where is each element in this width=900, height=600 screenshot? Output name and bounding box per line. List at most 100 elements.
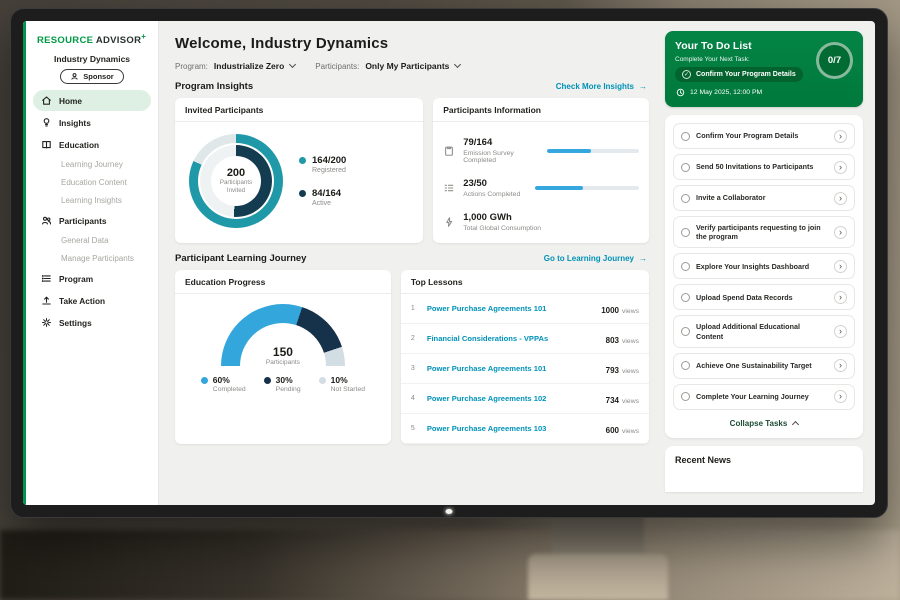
invited-participants-title: Invited Participants (175, 98, 423, 122)
lesson-link[interactable]: Financial Considerations - VPPAs (427, 334, 598, 343)
sidebar-item-insights[interactable]: Insights (33, 112, 151, 133)
education-gauge-chart: 150 Participants (221, 304, 345, 366)
task-checkbox[interactable] (681, 293, 690, 302)
top-lessons-title: Top Lessons (401, 270, 649, 294)
lesson-views-count: 600 (606, 426, 619, 435)
legend-not-started: 10% Not Started (319, 375, 365, 393)
task-checkbox[interactable] (681, 194, 690, 203)
sidebar-item-manage-participants[interactable]: Manage Participants (33, 250, 151, 267)
legend-completed: 60% Completed (201, 375, 246, 393)
chevron-right-icon[interactable]: › (834, 226, 847, 239)
gear-icon (41, 317, 52, 328)
sidebar-item-label: Program (59, 274, 93, 284)
lesson-link[interactable]: Power Purchase Agreements 102 (427, 394, 598, 403)
program-select-value: Industrialize Zero (214, 61, 284, 71)
sidebar-item-label: General Data (61, 236, 109, 245)
chevron-right-icon[interactable]: › (834, 161, 847, 174)
todo-task-item[interactable]: Verify participants requesting to join t… (673, 216, 855, 248)
todo-due-row: 12 May 2025, 12:00 PM (675, 88, 853, 97)
lesson-link[interactable]: Power Purchase Agreements 101 (427, 304, 593, 313)
sidebar-item-learning-insights[interactable]: Learning Insights (33, 192, 151, 209)
task-label: Upload Spend Data Records (696, 293, 828, 303)
todo-task-item[interactable]: Upload Spend Data Records › (673, 284, 855, 310)
sidebar-item-label: Manage Participants (61, 254, 134, 263)
task-checkbox[interactable] (681, 392, 690, 401)
checklist-icon (443, 182, 455, 194)
go-to-learning-journey-link[interactable]: Go to Learning Journey → (544, 254, 647, 263)
arrow-right-icon: → (639, 82, 647, 91)
sidebar-item-settings[interactable]: Settings (33, 312, 151, 333)
lesson-link[interactable]: Power Purchase Agreements 103 (427, 424, 598, 433)
next-task-label: Confirm Your Program Details (696, 71, 796, 78)
sidebar-item-education[interactable]: Education (33, 134, 151, 155)
lesson-views-count: 803 (606, 336, 619, 345)
collapse-tasks-link[interactable]: Collapse Tasks (673, 415, 855, 434)
sidebar-item-label: Settings (59, 318, 92, 328)
consumption-row: 1,000 GWh Total Global Consumption (443, 205, 639, 239)
sidebar-item-participants[interactable]: Participants (33, 210, 151, 231)
sidebar-nav: Home Insights Education Learning Journey (33, 90, 151, 333)
todo-task-item[interactable]: Upload Additional Educational Content › (673, 315, 855, 347)
sidebar-item-take-action[interactable]: Take Action (33, 290, 151, 311)
lesson-views-count: 793 (606, 366, 619, 375)
sidebar-item-label: Education (59, 140, 99, 150)
filter-bar: Program: Industrialize Zero Participants… (175, 61, 649, 71)
task-label: Explore Your Insights Dashboard (696, 262, 828, 272)
todo-task-item[interactable]: Achieve One Sustainability Target › (673, 353, 855, 379)
check-more-insights-link[interactable]: Check More Insights → (556, 82, 647, 91)
task-checkbox[interactable] (681, 163, 690, 172)
desk-surface (0, 530, 900, 600)
task-checkbox[interactable] (681, 228, 690, 237)
chevron-right-icon[interactable]: › (834, 130, 847, 143)
top-lessons-card: Top Lessons 1 Power Purchase Agreements … (401, 270, 649, 444)
sidebar-item-education-content[interactable]: Education Content (33, 174, 151, 191)
task-checkbox[interactable] (681, 262, 690, 271)
lesson-link[interactable]: Power Purchase Agreements 101 (427, 364, 598, 373)
chevron-right-icon[interactable]: › (834, 260, 847, 273)
next-task-pill[interactable]: ✓ Confirm Your Program Details (675, 67, 803, 82)
lesson-views-unit: views (622, 308, 639, 315)
gauge-legend: 60% Completed 30% Pending (201, 375, 365, 393)
chevron-right-icon[interactable]: › (834, 390, 847, 403)
chevron-right-icon[interactable]: › (834, 325, 847, 338)
check-icon: ✓ (682, 70, 691, 79)
todo-task-item[interactable]: Complete Your Learning Journey › (673, 384, 855, 410)
sidebar-item-home[interactable]: Home (33, 90, 151, 111)
emission-survey-row: 79/164 Emission Survey Completed (443, 130, 639, 171)
lesson-row: 2 Financial Considerations - VPPAs 803vi… (401, 324, 649, 354)
todo-task-item[interactable]: Confirm Your Program Details › (673, 123, 855, 149)
todo-task-list: Confirm Your Program Details › Send 50 I… (673, 123, 855, 410)
task-checkbox[interactable] (681, 361, 690, 370)
legend-active: 84/164 Active (299, 188, 346, 207)
task-label: Complete Your Learning Journey (696, 392, 828, 402)
task-checkbox[interactable] (681, 327, 690, 336)
todo-task-item[interactable]: Explore Your Insights Dashboard › (673, 253, 855, 279)
donut-center-label: Participants Invited (216, 179, 256, 195)
dashboard-screen: RESOURCE ADVISOR+ Industry Dynamics Spon… (23, 21, 875, 505)
program-select[interactable]: Industrialize Zero (214, 61, 295, 71)
todo-subtitle: Complete Your Next Task: (675, 56, 853, 63)
upload-icon (41, 295, 52, 306)
todo-task-item[interactable]: Invite a Collaborator › (673, 185, 855, 211)
monitor-stand-base (528, 554, 668, 600)
sidebar-item-program[interactable]: Program (33, 268, 151, 289)
actions-progress-bar (535, 186, 639, 190)
chevron-right-icon[interactable]: › (834, 359, 847, 372)
task-label: Confirm Your Program Details (696, 131, 828, 141)
invited-participants-card: Invited Participants 200 Participants In… (175, 98, 423, 243)
sidebar-item-general-data[interactable]: General Data (33, 232, 151, 249)
task-checkbox[interactable] (681, 132, 690, 141)
chevron-right-icon[interactable]: › (834, 192, 847, 205)
lesson-views-count: 734 (606, 396, 619, 405)
insights-cards-row: Invited Participants 200 Participants In… (175, 98, 649, 243)
sidebar-item-learning-journey[interactable]: Learning Journey (33, 156, 151, 173)
legend-pending: 30% Pending (264, 375, 301, 393)
todo-task-item[interactable]: Send 50 Invitations to Participants › (673, 154, 855, 180)
participants-information-title: Participants Information (433, 98, 649, 122)
chevron-right-icon[interactable]: › (834, 291, 847, 304)
participants-select[interactable]: Only My Participants (365, 61, 460, 71)
lesson-views-unit: views (622, 368, 639, 375)
todo-panel: Your To Do List 0/7 Complete Your Next T… (661, 21, 875, 505)
book-icon (41, 139, 52, 150)
sidebar-item-label: Participants (59, 216, 107, 226)
